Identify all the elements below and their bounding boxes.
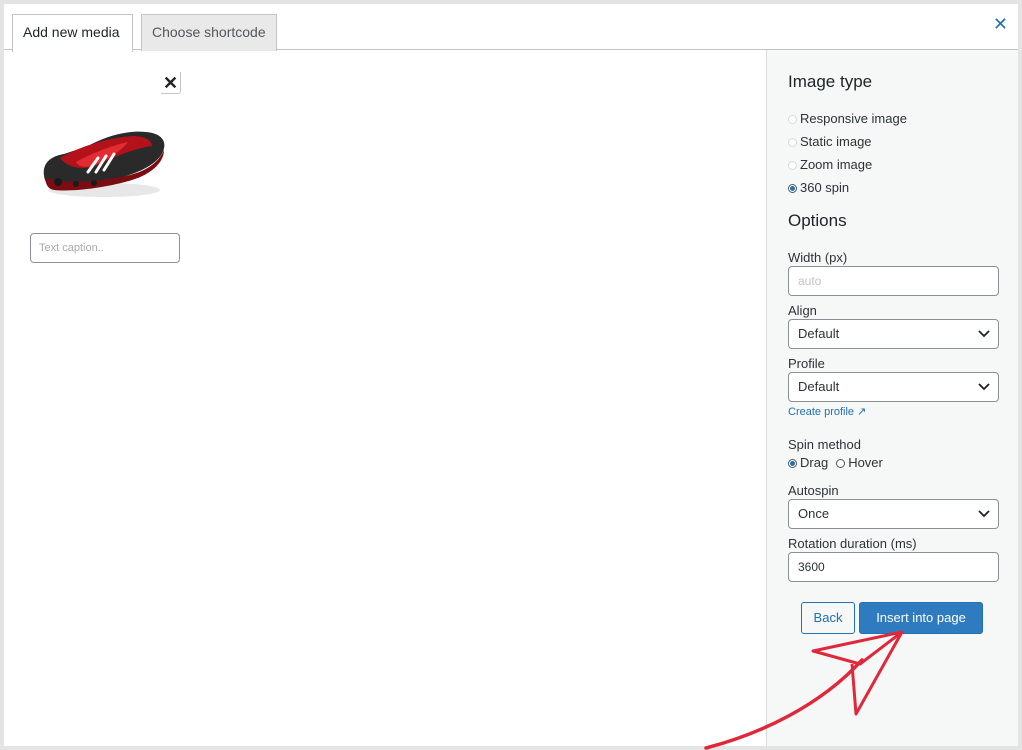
radio-button[interactable] [836, 458, 846, 468]
autospin-select-value: Once [798, 506, 830, 521]
align-select[interactable]: Default [788, 319, 999, 349]
insert-into-page-button[interactable]: Insert into page [859, 602, 983, 634]
rotation-duration-label: Rotation duration (ms) [788, 536, 917, 551]
align-select-value: Default [798, 326, 840, 341]
tab-add-new-media[interactable]: Add new media [12, 14, 133, 52]
radio-button[interactable] [788, 114, 797, 124]
back-button[interactable]: Back [801, 602, 855, 634]
modal-frame: Add new media Choose shortcode ✕ ✕ Image… [0, 0, 1022, 750]
radio-button-checked[interactable] [788, 458, 797, 468]
media-thumbnail-image [43, 131, 165, 197]
tab-choose-shortcode[interactable]: Choose shortcode [141, 14, 277, 51]
radio-button[interactable] [788, 137, 797, 147]
radio-static-image[interactable]: Static image [788, 134, 872, 149]
options-heading: Options [788, 211, 847, 230]
close-icon[interactable]: ✕ [993, 14, 1008, 34]
width-input[interactable]: auto [788, 266, 999, 296]
radio-label: 360 spin [800, 180, 850, 195]
radio-button-checked[interactable] [788, 183, 797, 193]
align-label: Align [788, 303, 817, 318]
create-profile-link[interactable]: Create profile ↗ [788, 405, 866, 418]
rotation-duration-input[interactable]: 3600 [788, 552, 999, 582]
radio-label-drag[interactable]: Drag [800, 455, 828, 470]
chevron-down-icon [978, 510, 990, 518]
spin-method-label: Spin method [788, 437, 861, 452]
profile-label: Profile [788, 356, 825, 371]
profile-select[interactable]: Default [788, 372, 999, 402]
spin-method-options: Drag Hover [788, 455, 883, 470]
radio-button[interactable] [788, 160, 797, 170]
profile-select-value: Default [798, 379, 840, 394]
settings-sidebar: Image type Responsive image Static image… [766, 50, 1018, 746]
radio-label: Zoom image [800, 157, 873, 172]
radio-label: Responsive image [800, 111, 907, 126]
width-label: Width (px) [788, 250, 848, 265]
chevron-down-icon [978, 383, 990, 391]
radio-label: Static image [800, 134, 872, 149]
radio-360-spin[interactable]: 360 spin [788, 180, 849, 195]
radio-responsive-image[interactable]: Responsive image [788, 111, 907, 126]
media-area: ✕ [4, 50, 766, 746]
image-type-heading: Image type [788, 72, 873, 91]
caption-input[interactable] [30, 233, 180, 263]
radio-zoom-image[interactable]: Zoom image [788, 157, 872, 172]
autospin-select[interactable]: Once [788, 499, 999, 529]
autospin-label: Autospin [788, 483, 839, 498]
tab-bar: Add new media Choose shortcode ✕ [4, 4, 1018, 52]
chevron-down-icon [978, 330, 990, 338]
remove-media-icon[interactable]: ✕ [161, 72, 181, 94]
radio-label-hover[interactable]: Hover [848, 455, 883, 470]
